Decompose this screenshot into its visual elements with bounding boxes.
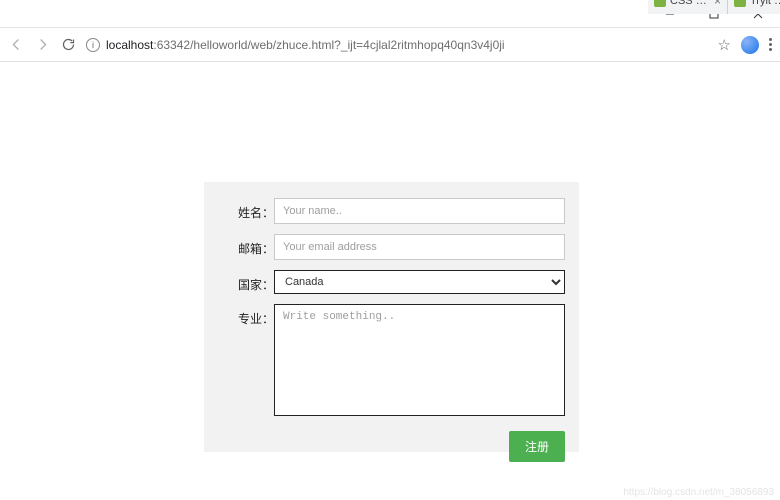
name-input[interactable] bbox=[274, 198, 565, 224]
forward-button[interactable] bbox=[34, 37, 50, 53]
submit-button[interactable]: 注册 bbox=[509, 431, 565, 462]
email-label: 邮箱： bbox=[218, 234, 274, 257]
email-input[interactable] bbox=[274, 234, 565, 260]
address-bar: i localhost:63342/helloworld/web/zhuce.h… bbox=[0, 28, 780, 62]
reload-button[interactable] bbox=[60, 37, 76, 53]
url-field[interactable]: i localhost:63342/helloworld/web/zhuce.h… bbox=[86, 38, 708, 52]
name-label: 姓名： bbox=[218, 198, 274, 221]
country-label: 国家： bbox=[218, 270, 274, 293]
bookmark-icon[interactable]: ☆ bbox=[718, 36, 731, 54]
form-card: 姓名： 邮箱： 国家： Canada 专业： 注册 bbox=[204, 182, 579, 452]
back-button[interactable] bbox=[8, 37, 24, 53]
tab-css-forms[interactable]: CSS Forms× bbox=[648, 0, 728, 14]
profile-avatar[interactable] bbox=[741, 36, 759, 54]
page-content: 姓名： 邮箱： 国家： Canada 专业： 注册 https://blog.c… bbox=[0, 62, 780, 500]
close-icon[interactable]: × bbox=[714, 0, 721, 7]
watermark: https://blog.csdn.net/m_38056893 bbox=[623, 487, 774, 498]
url-host: localhost bbox=[106, 38, 153, 52]
url-path: :63342/helloworld/web/zhuce.html?_ijt=4c… bbox=[153, 38, 504, 52]
major-label: 专业： bbox=[218, 304, 274, 327]
window-titlebar: CSS Forms× Tryit Editor v× Google 翻译× 写文… bbox=[0, 0, 780, 28]
browser-tabs: CSS Forms× Tryit Editor v× Google 翻译× 写文… bbox=[648, 0, 780, 14]
major-textarea[interactable] bbox=[274, 304, 565, 416]
country-select[interactable]: Canada bbox=[274, 270, 565, 294]
menu-icon[interactable] bbox=[769, 38, 772, 51]
tab-tryit[interactable]: Tryit Editor v× bbox=[728, 0, 780, 14]
site-info-icon[interactable]: i bbox=[86, 38, 100, 52]
